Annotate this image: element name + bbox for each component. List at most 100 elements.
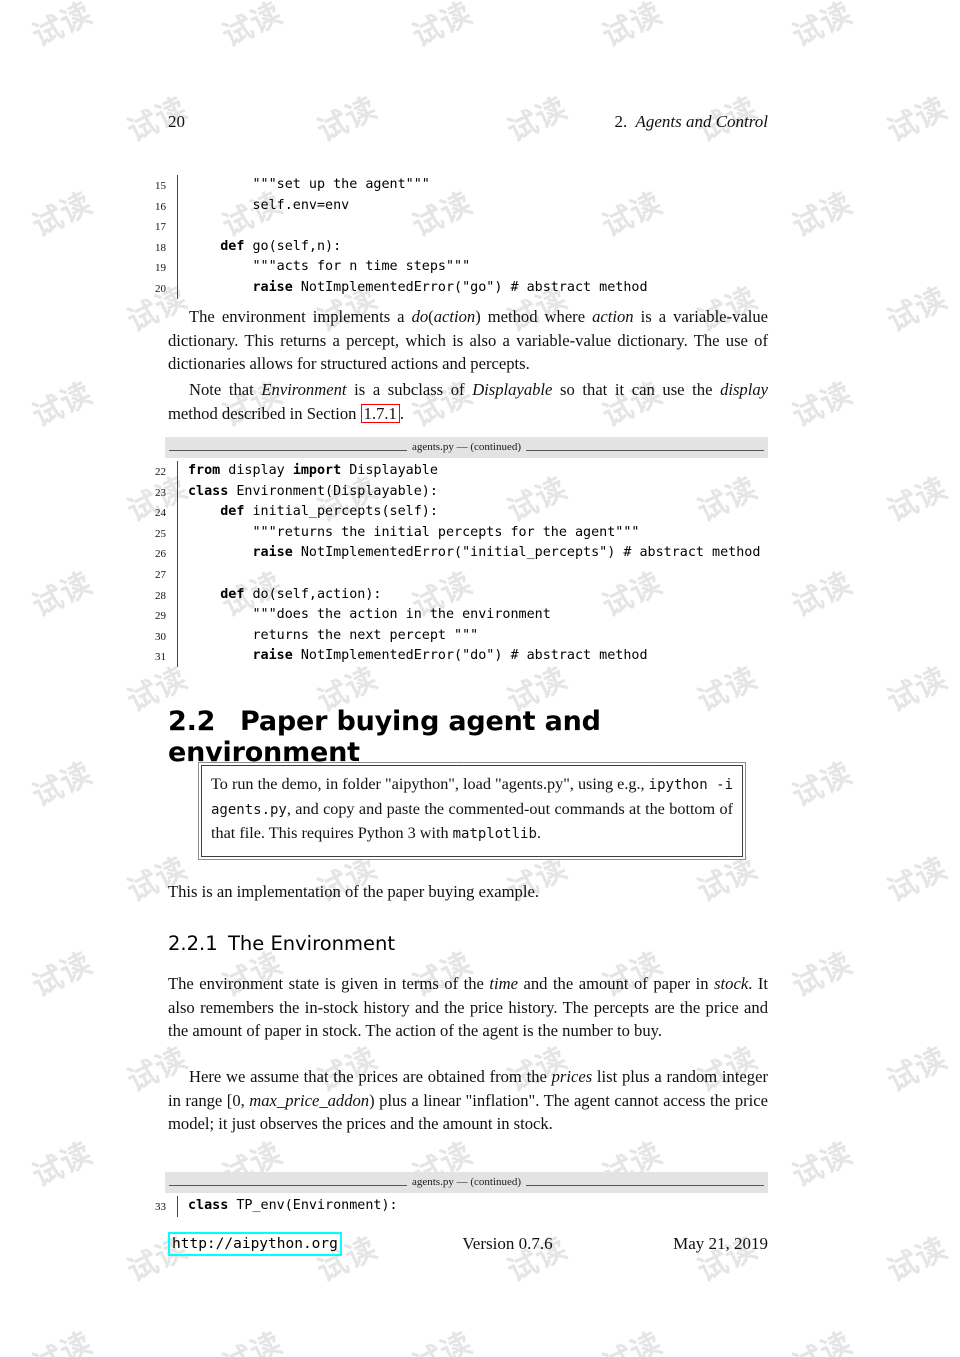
code-line-text: def go(self,n): — [220, 238, 342, 254]
cross-reference-link-1-7-1[interactable]: 1.7.1 — [360, 403, 400, 423]
footer-date: May 21, 2019 — [673, 1234, 768, 1253]
code-row: 17 — [140, 216, 768, 237]
paragraph-environment-state: The environment state is given in terms … — [168, 972, 768, 1043]
caption-dash: — — [456, 441, 468, 453]
section-heading: 2.2 Paper buying agent and environment — [168, 706, 768, 768]
paragraph-text: Note that Environment is a subclass of D… — [168, 378, 768, 425]
subsection-heading: 2.2.1 The Environment — [168, 932, 768, 955]
p1-part-a: The environment implements a — [189, 307, 412, 326]
caption-note: (continued) — [470, 1176, 522, 1188]
code-gutter-rule — [177, 195, 178, 217]
code-row: 18 def go(self,n): — [140, 236, 768, 258]
code-line-number: 23 — [155, 486, 166, 499]
code-lines: 15 """set up the agent""" 16 self.env=env… — [140, 172, 768, 299]
code-row: 26 raise NotImplementedError("initial_pe… — [140, 543, 768, 564]
paragraph-prices: Here we assume that the prices are obtai… — [168, 1065, 768, 1136]
caption-note: (continued) — [470, 441, 522, 453]
code-line-text: def do(self,action): — [220, 586, 382, 602]
code-gutter-rule — [177, 1196, 178, 1217]
code-row: 24 def initial_percepts(self): — [140, 502, 768, 523]
listing-caption-3: agents.py — (continued) — [165, 1172, 768, 1193]
code-line-number: 27 — [155, 568, 166, 581]
code-gutter-rule — [177, 481, 178, 503]
p5-em-max-price-addon: max_price_addon — [249, 1090, 370, 1110]
paragraph-text: The environment implements a do(action) … — [168, 305, 768, 376]
code-row: 25 """returns the initial percepts for t… — [140, 522, 768, 544]
code-gutter-rule — [177, 175, 178, 196]
p4-em-stock: stock — [714, 974, 749, 993]
code-line-text: """set up the agent""" — [188, 177, 430, 192]
code-gutter-rule — [177, 584, 178, 606]
code-line-text: """does the action in the environment — [188, 607, 551, 623]
p2-em-display: display — [720, 380, 768, 399]
code-line-text: from display import Displayable — [188, 463, 438, 478]
document-page: 20 2. Agents and Control 15 """set up th… — [0, 0, 960, 1357]
p2-part-d: method described in Section — [168, 403, 361, 423]
p4-em-time: time — [489, 974, 518, 993]
code-gutter-rule — [177, 605, 178, 626]
code-line-number: 26 — [155, 548, 166, 561]
code-gutter-rule — [177, 216, 178, 237]
code-line-number: 22 — [155, 466, 166, 478]
code-line-text: raise NotImplementedError("go") # abstra… — [252, 279, 648, 295]
section-number: 2.2 — [168, 706, 216, 737]
demo-part-a: To run the demo, in folder "aipython", l… — [211, 775, 649, 793]
code-line-text — [188, 564, 196, 585]
p2-part-c: so that it can use the — [552, 380, 721, 399]
page-footer: http://aipython.org Version 0.7.6 May 21… — [168, 1232, 768, 1256]
code-line-number: 28 — [155, 589, 166, 602]
code-gutter-rule — [177, 625, 178, 647]
code-gutter-rule — [177, 236, 178, 258]
p4-part-a: The environment state is given in terms … — [168, 974, 490, 993]
demo-box-inner-frame: To run the demo, in folder "aipython", l… — [201, 765, 743, 857]
code-row: 22 from display import Displayable — [140, 461, 768, 482]
footer-url-link[interactable]: http://aipython.org — [168, 1232, 342, 1256]
code-line-number: 18 — [155, 241, 166, 254]
caption-text: agents.py — (continued) — [165, 1176, 768, 1188]
demo-matplotlib: matplotlib — [452, 826, 537, 842]
caption-text: agents.py — (continued) — [165, 441, 768, 453]
p1-em-action-2: action — [592, 307, 634, 326]
code-row: 27 — [140, 563, 768, 585]
chapter-title-text: Agents and Control — [635, 112, 768, 131]
code-line-text: returns the next percept """ — [188, 627, 479, 643]
code-line-text: raise NotImplementedError("do") # abstra… — [252, 648, 648, 664]
code-gutter-rule — [177, 461, 178, 482]
demo-box-text: To run the demo, in folder "aipython", l… — [211, 773, 733, 847]
p2-em-environment: Environment — [261, 380, 347, 399]
running-head: 20 2. Agents and Control — [168, 112, 768, 132]
demo-part-c: . — [536, 824, 541, 842]
code-line-number: 15 — [155, 180, 166, 192]
p2-part-a: Note that — [189, 380, 262, 399]
demo-instruction-box: To run the demo, in folder "aipython", l… — [198, 762, 746, 860]
paragraph-text: Here we assume that the prices are obtai… — [168, 1065, 768, 1136]
code-line-number: 24 — [155, 507, 166, 520]
code-line-text: """acts for n time steps""" — [188, 259, 471, 275]
code-gutter-rule — [177, 502, 178, 523]
code-lines: 33 class TP_env(Environment): — [140, 1193, 768, 1217]
code-listing-1: 15 """set up the agent""" 16 self.env=env… — [140, 172, 768, 299]
p5-em-prices: prices — [551, 1067, 593, 1086]
p1-part-c: ) method where — [475, 307, 593, 326]
code-line-text: class Environment(Displayable): — [188, 483, 438, 499]
paragraph-implementation: This is an implementation of the paper b… — [168, 880, 768, 904]
code-line-number: 33 — [155, 1201, 166, 1213]
paragraph-environment-subclass: Note that Environment is a subclass of D… — [168, 378, 768, 425]
code-row: 30 returns the next percept """ — [140, 625, 768, 647]
footer-version: Version 0.7.6 — [462, 1234, 553, 1253]
code-row: 16 self.env=env — [140, 195, 768, 217]
code-gutter-rule — [177, 543, 178, 564]
subsection-title: The Environment — [228, 932, 395, 955]
section-heading-2-2: 2.2 Paper buying agent and environment — [168, 706, 768, 768]
code-row: 28 def do(self,action): — [140, 584, 768, 606]
code-line-text: class TP_env(Environment): — [188, 1198, 398, 1213]
caption-dash: — — [456, 1176, 468, 1188]
subsection-number: 2.2.1 — [168, 932, 218, 955]
code-lines: 22 from display import Displayable 23 class… — [140, 458, 768, 667]
paragraph-text: This is an implementation of the paper b… — [168, 882, 539, 901]
code-line-text — [188, 216, 196, 237]
code-listing-2: agents.py — (continued) 22 from display i… — [140, 437, 768, 667]
p1-em-do: do — [411, 307, 429, 326]
code-line-number: 31 — [155, 651, 166, 664]
subsection-heading-2-2-1: 2.2.1 The Environment — [168, 932, 768, 955]
